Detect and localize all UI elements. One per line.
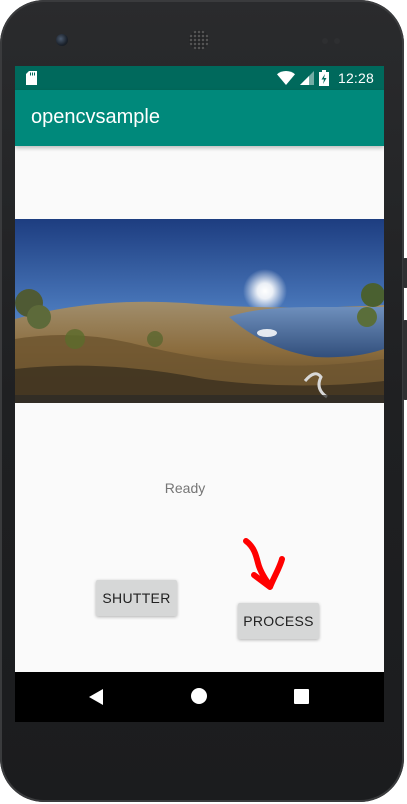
panorama-photo <box>15 219 384 403</box>
power-button <box>403 258 407 288</box>
status-text: Ready <box>164 480 206 496</box>
red-arrow-icon <box>243 538 285 590</box>
earpiece-speaker <box>189 30 209 50</box>
cell-signal-icon <box>299 71 314 85</box>
navigation-bar <box>15 672 384 722</box>
app-title: opencvsample <box>31 106 160 128</box>
status-clock: 12:28 <box>337 70 374 86</box>
wifi-icon <box>276 71 295 85</box>
back-icon[interactable] <box>89 689 103 705</box>
home-icon[interactable] <box>191 688 207 704</box>
battery-charging-icon <box>318 70 329 86</box>
device-screen: 12:28 opencvsample Ready SHUTTER PROCESS <box>15 66 384 722</box>
process-button[interactable]: PROCESS <box>238 603 319 639</box>
phone-frame: 12:28 opencvsample Ready SHUTTER PROCESS <box>0 0 407 802</box>
app-bar: opencvsample <box>15 90 384 146</box>
status-bar: 12:28 <box>15 66 384 90</box>
front-camera-icon <box>56 34 68 46</box>
sensors <box>322 38 348 44</box>
recents-icon[interactable] <box>294 689 309 704</box>
volume-button <box>403 320 407 400</box>
shutter-button[interactable]: SHUTTER <box>96 580 177 616</box>
sd-card-icon <box>26 71 37 85</box>
